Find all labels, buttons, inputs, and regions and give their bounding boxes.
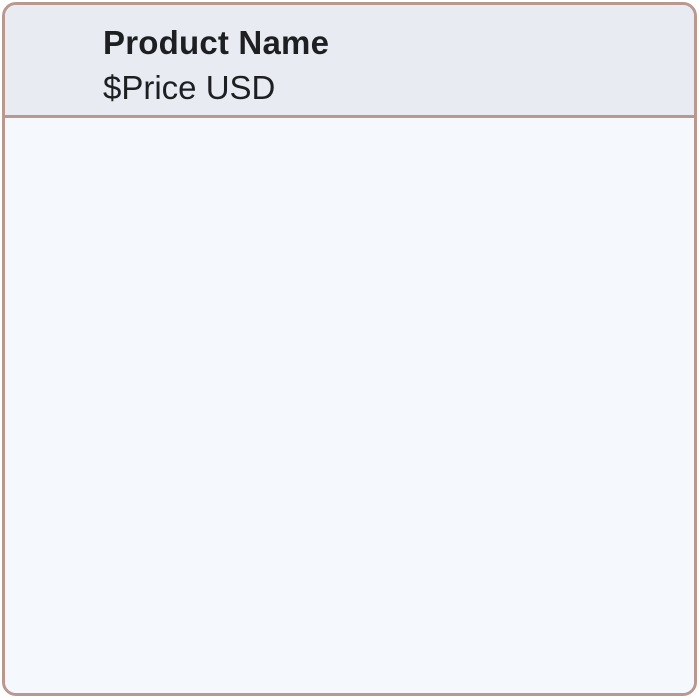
product-name: Product Name (103, 24, 330, 61)
product-image-area (5, 118, 694, 693)
product-card[interactable]: Product Name $Price USD (2, 2, 697, 696)
product-price: $Price USD (103, 69, 276, 106)
product-card-header: Product Name $Price USD (5, 5, 694, 118)
